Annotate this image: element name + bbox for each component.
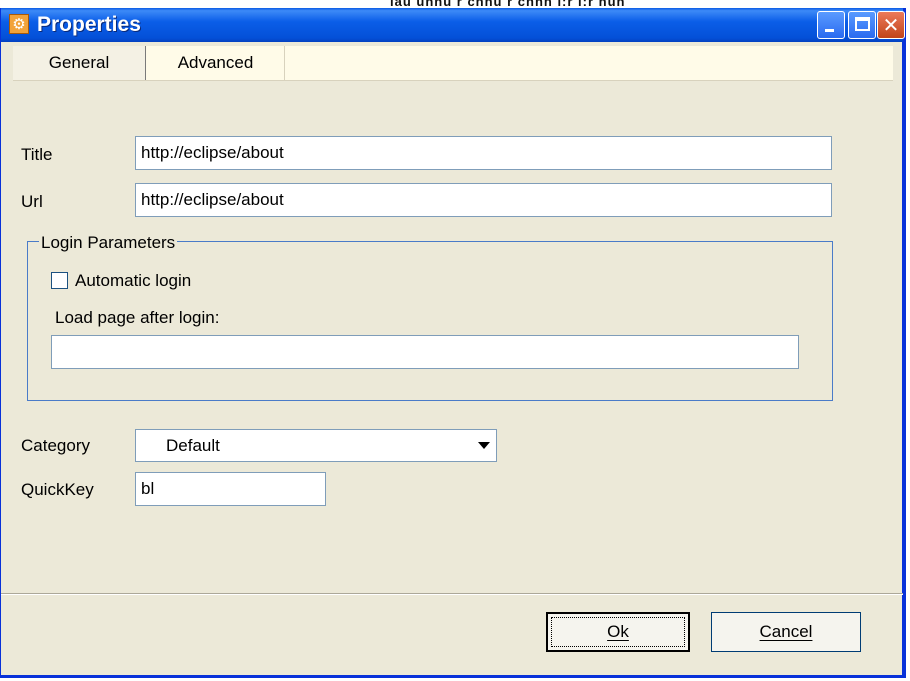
- load-page-label: Load page after login:: [55, 308, 220, 327]
- ok-button[interactable]: Ok: [546, 612, 690, 652]
- title-field[interactable]: http://eclipse/about: [135, 136, 832, 170]
- window-title: Properties: [37, 13, 141, 36]
- quickkey-field[interactable]: bl: [135, 472, 326, 506]
- cancel-button[interactable]: Cancel: [711, 612, 861, 652]
- category-label: Category: [21, 436, 90, 455]
- title-label: Title: [21, 145, 53, 164]
- properties-dialog: ⚙ Properties ✕ General Advanced Title ht…: [0, 8, 906, 678]
- close-button[interactable]: ✕: [877, 11, 905, 39]
- background-window-strip: ıau unnu r cnnu r cnnn i:r i:r nun: [0, 0, 910, 8]
- dropdown-arrow-icon[interactable]: [478, 442, 490, 449]
- background-window-text: ıau unnu r cnnu r cnnn i:r i:r nun: [390, 0, 626, 8]
- minimize-icon: [825, 29, 834, 32]
- url-label: Url: [21, 192, 43, 211]
- url-field[interactable]: http://eclipse/about: [135, 183, 832, 217]
- category-selected-value: Default: [166, 436, 220, 455]
- category-dropdown[interactable]: Default: [135, 429, 497, 462]
- cancel-button-label: Cancel: [759, 622, 813, 641]
- quickkey-label: QuickKey: [21, 480, 94, 499]
- gear-icon: ⚙: [9, 14, 29, 34]
- automatic-login-checkbox[interactable]: [51, 272, 68, 289]
- login-parameters-legend: Login Parameters: [39, 233, 178, 253]
- load-page-field[interactable]: [51, 335, 799, 369]
- maximize-icon: [855, 17, 870, 31]
- minimize-button[interactable]: [817, 11, 845, 39]
- tab-advanced[interactable]: Advanced: [147, 46, 285, 80]
- tab-strip: General Advanced: [13, 46, 893, 81]
- automatic-login-label[interactable]: Automatic login: [75, 271, 191, 291]
- close-icon: ✕: [882, 13, 900, 37]
- title-bar[interactable]: ⚙ Properties ✕: [1, 8, 905, 42]
- focus-rectangle: [551, 617, 685, 647]
- tab-general[interactable]: General: [13, 46, 146, 80]
- maximize-button[interactable]: [848, 11, 876, 39]
- button-separator: [1, 593, 903, 595]
